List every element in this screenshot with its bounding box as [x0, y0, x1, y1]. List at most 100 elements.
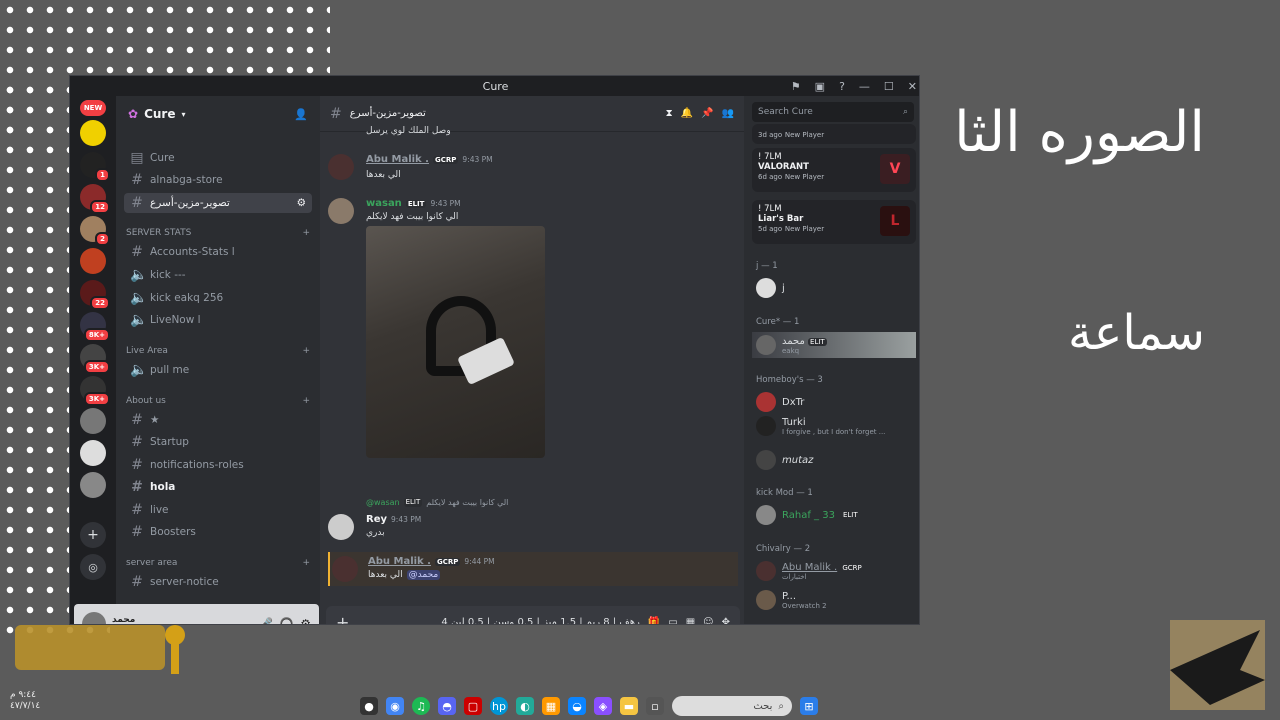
activity-card[interactable]: ! 7LM Liar's Bar 5d ago New Player L: [752, 200, 916, 244]
app-icon[interactable]: ▫: [646, 697, 664, 715]
server-icon[interactable]: 2: [80, 216, 110, 246]
hp-icon[interactable]: hp: [490, 697, 508, 715]
category-about-us[interactable]: About us +: [126, 396, 310, 406]
flag-icon[interactable]: ⚑: [791, 80, 801, 93]
reply-preview[interactable]: @wasan ELIT الي كانوا بيبت فهد لايكلم: [366, 498, 508, 507]
activity-card[interactable]: ! 7LM VALORANT 6d ago New Player V: [752, 148, 916, 192]
unread-badge: 2: [95, 232, 110, 246]
edge-icon[interactable]: ◐: [516, 697, 534, 715]
gif-icon[interactable]: ▭: [668, 617, 677, 625]
emoji-icon[interactable]: ☺: [703, 617, 713, 625]
channel-store[interactable]: # alnabga-store: [124, 170, 312, 190]
obs-icon[interactable]: ●: [360, 697, 378, 715]
search-input[interactable]: Search Cure ⌕: [752, 102, 914, 122]
member-item[interactable]: P... Overwatch 2: [752, 588, 916, 612]
activity-card[interactable]: 3d ago New Player: [752, 124, 916, 144]
voice-channel[interactable]: 🔈 kick ---: [124, 265, 312, 285]
channel[interactable]: # live: [124, 500, 312, 520]
close-icon[interactable]: ✕: [908, 80, 917, 93]
add-member-icon[interactable]: 👤: [294, 108, 308, 121]
server-icon[interactable]: [80, 408, 106, 434]
channel[interactable]: # Boosters: [124, 522, 312, 542]
gear-icon[interactable]: ⚙: [297, 197, 306, 209]
copilot-icon[interactable]: ◈: [594, 697, 612, 715]
server-icon[interactable]: 22: [80, 280, 110, 310]
voice-channel[interactable]: 🔈 kick eakq 256: [124, 288, 312, 308]
maximize-icon[interactable]: ☐: [884, 80, 894, 93]
plus-icon[interactable]: +: [336, 613, 349, 625]
apps-icon[interactable]: ✥: [722, 617, 730, 625]
plus-icon[interactable]: +: [302, 228, 310, 238]
member-item[interactable]: mutaz: [752, 448, 916, 472]
attached-image[interactable]: [366, 226, 545, 458]
guild-header[interactable]: ✿ Cure ▾ 👤: [116, 96, 320, 132]
avatar[interactable]: [328, 154, 354, 180]
server-icon[interactable]: [80, 248, 106, 274]
spotify-icon[interactable]: ♫: [412, 697, 430, 715]
help-icon[interactable]: ?: [839, 80, 845, 93]
author-name[interactable]: Abu Malik .: [368, 556, 431, 567]
plus-icon[interactable]: +: [302, 558, 310, 568]
server-icon[interactable]: 12: [80, 184, 110, 214]
new-badge[interactable]: NEW: [80, 100, 106, 116]
avatar[interactable]: [328, 514, 354, 540]
member-item[interactable]: Abu Malik . GCRP اختبارات: [752, 559, 916, 583]
author-name[interactable]: wasan: [366, 198, 402, 209]
discover-icon[interactable]: ◎: [80, 554, 106, 580]
channel-unread[interactable]: # hola: [124, 477, 312, 497]
user-mention[interactable]: @محمد: [406, 570, 441, 580]
server-icon[interactable]: 3K+: [80, 344, 110, 374]
server-icon[interactable]: [80, 440, 106, 466]
member-item[interactable]: j: [752, 276, 916, 300]
members-icon[interactable]: 👥: [722, 108, 734, 119]
category-live-area[interactable]: Live Area +: [126, 346, 310, 356]
plus-icon[interactable]: +: [302, 396, 310, 406]
member-item[interactable]: محمد ELIT eakq: [752, 332, 916, 358]
plus-icon[interactable]: +: [302, 346, 310, 356]
channel-rules[interactable]: ▤ Cure: [124, 148, 312, 168]
server-icon[interactable]: [80, 120, 106, 146]
channel[interactable]: # server-notice: [124, 572, 312, 592]
screen-icon[interactable]: ▣: [815, 80, 825, 93]
server-icon[interactable]: [80, 472, 106, 498]
channel[interactable]: # ★: [124, 410, 312, 430]
headphones-icon[interactable]: 🎧: [279, 617, 294, 624]
author-name[interactable]: Abu Malik .: [366, 154, 429, 165]
threads-icon[interactable]: ⧗: [666, 108, 673, 119]
store-icon[interactable]: ▦: [542, 697, 560, 715]
chrome-icon[interactable]: ◉: [386, 697, 404, 715]
system-clock[interactable]: ٩:٤٤ م ٤٧/٧/١٤: [10, 690, 40, 712]
minimize-icon[interactable]: —: [859, 80, 870, 93]
channel-stats[interactable]: # Accounts-Stats ا: [124, 242, 312, 262]
message-input[interactable]: + 4 رهف | 8 ريم | 1.5 ميز | 0.5 وسن | 0.…: [326, 606, 740, 625]
category-server-area[interactable]: server area +: [126, 558, 310, 568]
gear-icon[interactable]: ⚙: [300, 617, 311, 624]
member-item[interactable]: Turki I forgive , but I don't forget ...: [752, 414, 916, 438]
avatar[interactable]: [328, 198, 354, 224]
channel[interactable]: # notifications-roles: [124, 455, 312, 475]
server-icon[interactable]: 8K+: [80, 312, 110, 342]
server-icon[interactable]: 3K+: [80, 376, 110, 406]
app-icon[interactable]: ▢: [464, 697, 482, 715]
bell-icon[interactable]: 🔔: [681, 108, 693, 119]
member-item[interactable]: Rahaf _ 33 ELIT: [752, 503, 916, 527]
voice-channel[interactable]: 🔈 LiveNow ا: [124, 310, 312, 330]
microphone-icon[interactable]: 🎤: [258, 617, 273, 624]
avatar[interactable]: [332, 556, 358, 582]
voice-channel[interactable]: 🔈 pull me: [124, 360, 312, 380]
folder-icon[interactable]: ▬: [620, 697, 638, 715]
author-name[interactable]: Rey: [366, 514, 387, 525]
member-item[interactable]: DxTr: [752, 390, 916, 414]
category-server-stats[interactable]: SERVER STATS +: [126, 228, 310, 238]
gift-icon[interactable]: 🎁: [648, 617, 660, 625]
pin-icon[interactable]: 📌: [701, 108, 713, 119]
server-icon[interactable]: 1: [80, 152, 110, 182]
channel[interactable]: # Startup: [124, 432, 312, 452]
sticker-icon[interactable]: ▦: [686, 617, 695, 625]
add-server-icon[interactable]: +: [80, 522, 106, 548]
edge-browser-icon[interactable]: ◒: [568, 697, 586, 715]
taskbar-search[interactable]: بحث ⌕: [672, 696, 792, 716]
channel-active[interactable]: # تصوير-مزين-أسرع ⚙: [124, 193, 312, 213]
windows-icon[interactable]: ⊞: [800, 697, 818, 715]
discord-icon[interactable]: ◓: [438, 697, 456, 715]
